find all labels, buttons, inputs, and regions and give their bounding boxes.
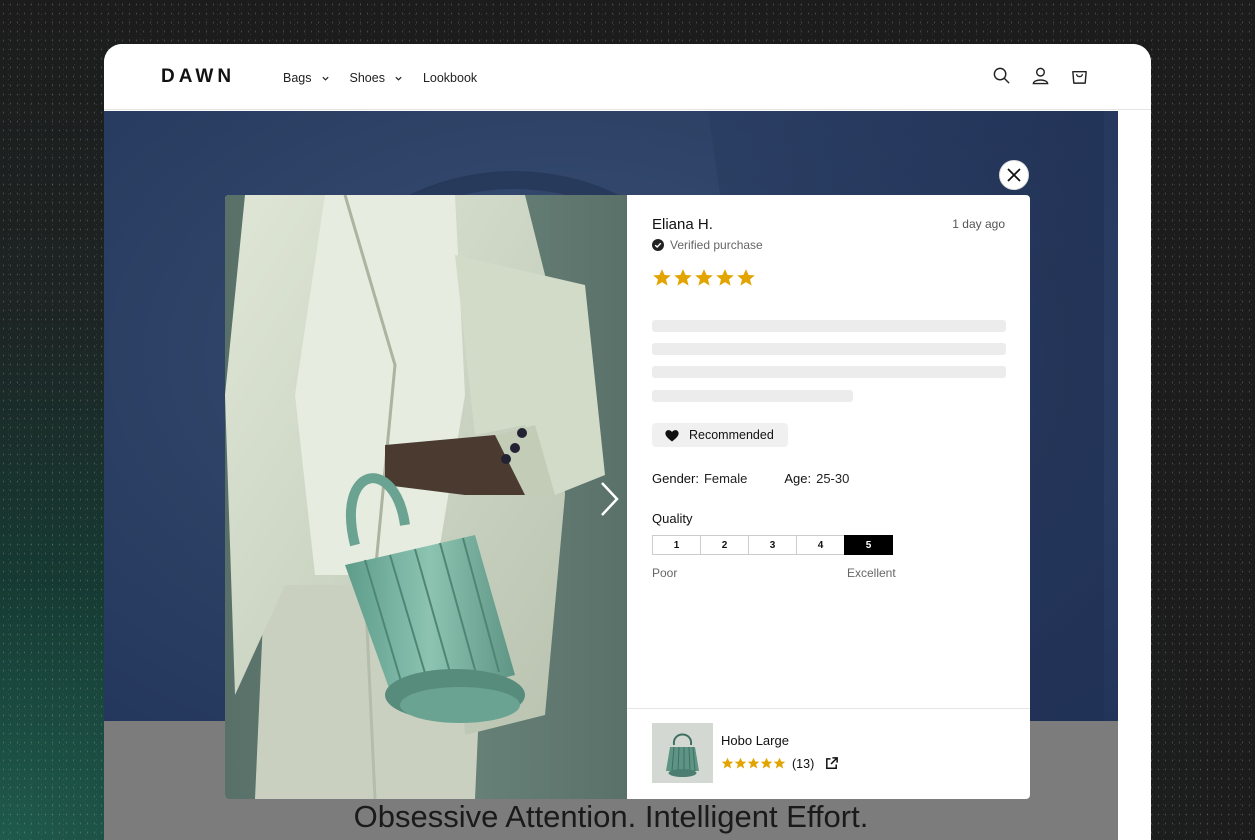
product-bag-image — [652, 723, 713, 783]
star-icon — [721, 757, 734, 769]
chevron-down-icon — [321, 76, 329, 81]
review-details-panel: Eliana H. 1 day ago Verified purchase Re… — [627, 195, 1030, 799]
nav-item-label: Bags — [283, 71, 312, 85]
star-icon — [734, 757, 747, 769]
review-rating — [652, 268, 756, 288]
quality-scale: 1 2 3 4 5 — [652, 535, 893, 555]
star-icon — [760, 757, 773, 769]
reviewer-attributes: Gender: Female Age: 25-30 — [652, 471, 886, 486]
verified-label: Verified purchase — [670, 238, 763, 252]
site-header: DAWN Bags Shoes Lookbook — [104, 44, 1151, 110]
cart-icon[interactable] — [1070, 66, 1089, 85]
product-name-link[interactable]: Hobo Large — [721, 733, 789, 748]
quality-option-4: 4 — [796, 535, 845, 555]
attribute-value: 25-30 — [816, 471, 850, 486]
store-logo[interactable]: DAWN — [161, 66, 235, 88]
search-icon[interactable] — [992, 66, 1011, 85]
nav-item-label: Lookbook — [422, 71, 478, 85]
star-icon — [773, 757, 786, 769]
attribute-gender: Gender: Female — [652, 471, 747, 486]
reviewer-name: Eliana H. — [652, 216, 713, 233]
model-with-bag-image — [225, 195, 627, 799]
review-photo — [225, 195, 627, 799]
attribute-value: Female — [703, 471, 748, 486]
star-icon — [716, 269, 734, 286]
star-icon — [674, 269, 692, 286]
star-icon — [653, 269, 671, 286]
attribute-age: Age: 25-30 — [784, 471, 849, 486]
nav-item-label: Shoes — [349, 71, 385, 85]
hero-tagline: Obsessive Attention. Intelligent Effort. — [353, 799, 869, 834]
star-icon — [695, 269, 713, 286]
review-date: 1 day ago — [952, 217, 1005, 231]
recommended-label: Recommended — [689, 428, 774, 442]
recommended-badge: Recommended — [652, 423, 788, 447]
close-icon — [1007, 168, 1021, 182]
quality-option-1: 1 — [652, 535, 701, 555]
quality-label: Quality — [652, 511, 693, 526]
nav-item-lookbook[interactable]: Lookbook — [423, 71, 477, 85]
heart-icon — [665, 429, 679, 441]
review-text-placeholder — [652, 390, 853, 402]
star-icon — [747, 757, 760, 769]
next-image-arrow-icon[interactable] — [598, 480, 622, 518]
close-modal-button[interactable] — [999, 160, 1029, 190]
product-rating: (13) — [721, 756, 839, 771]
page-gutter — [1118, 111, 1151, 840]
header-actions — [992, 66, 1089, 85]
review-text-placeholder — [652, 320, 1006, 332]
panel-divider — [627, 708, 1030, 709]
nav-item-bags[interactable]: Bags — [283, 71, 330, 85]
main-nav: Bags Shoes Lookbook — [283, 71, 497, 85]
star-icon — [737, 269, 755, 286]
quality-option-3: 3 — [748, 535, 797, 555]
chevron-down-icon — [395, 76, 402, 81]
quality-max-label: Excellent — [847, 566, 896, 580]
quality-min-label: Poor — [652, 566, 678, 580]
quality-option-5: 5 — [844, 535, 893, 555]
check-circle-icon — [652, 239, 664, 251]
external-link-icon[interactable] — [824, 756, 839, 771]
review-text-placeholder — [652, 366, 1006, 378]
account-icon[interactable] — [1031, 66, 1050, 85]
attribute-key: Age: — [784, 471, 812, 486]
verified-badge: Verified purchase — [652, 238, 763, 252]
product-review-count: (13) — [792, 756, 815, 771]
nav-item-shoes[interactable]: Shoes — [350, 71, 403, 85]
quality-option-2: 2 — [700, 535, 749, 555]
review-modal: Eliana H. 1 day ago Verified purchase Re… — [225, 195, 1030, 799]
review-text-placeholder — [652, 343, 1006, 355]
attribute-key: Gender: — [652, 471, 699, 486]
product-thumbnail[interactable] — [652, 723, 713, 783]
